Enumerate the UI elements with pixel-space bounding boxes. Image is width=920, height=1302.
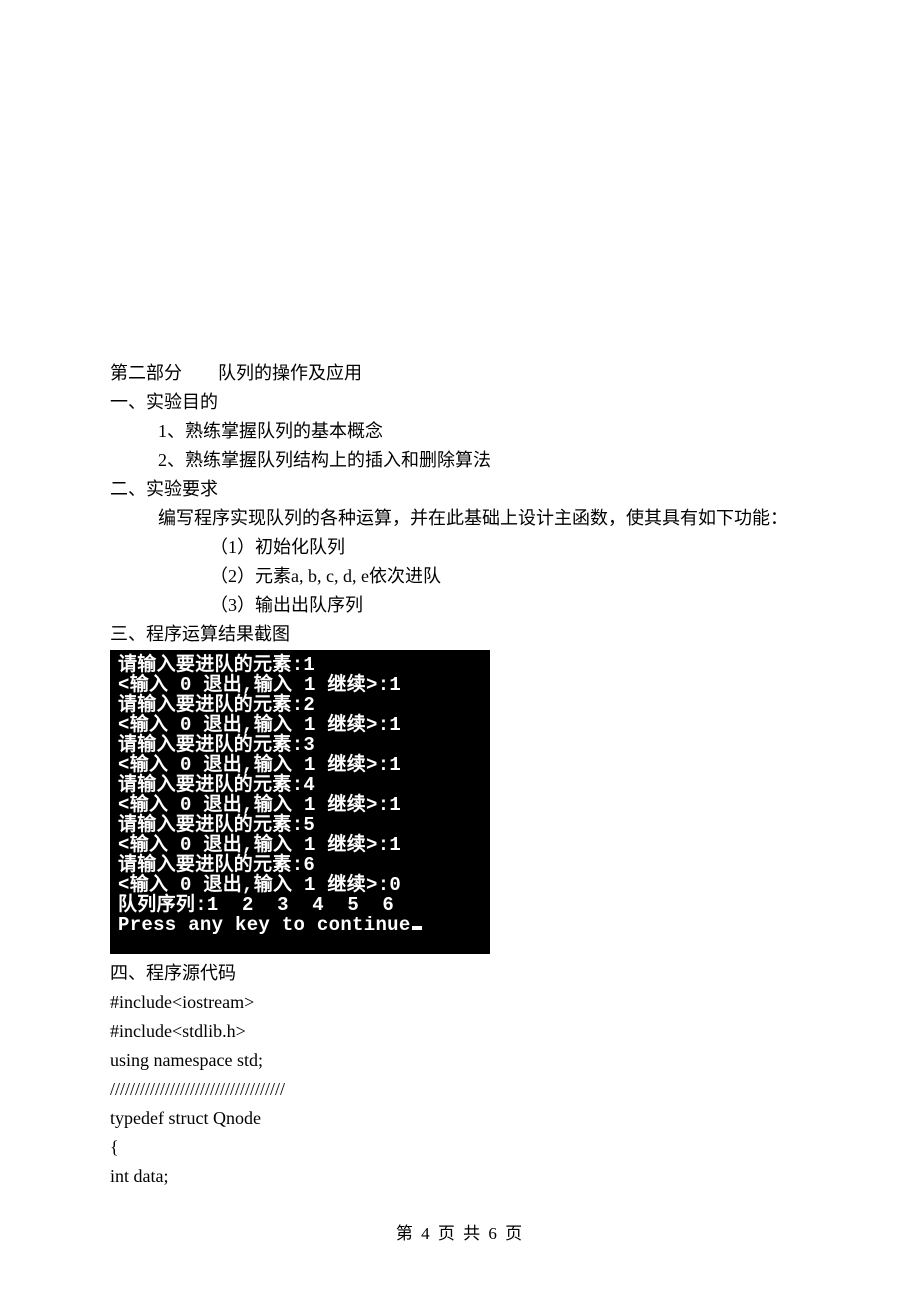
terminal-line: 请输入要进队的元素:6 (118, 856, 482, 875)
terminal-line: <输入 0 退出,输入 1 继续>:0 (118, 876, 482, 895)
section-4-title: 四、程序源代码 (110, 960, 810, 987)
terminal-line: 队列序列:1 2 3 4 5 6 (118, 896, 482, 915)
code-line: #include<stdlib.h> (110, 1018, 810, 1045)
terminal-line: <输入 0 退出,输入 1 继续>:1 (118, 836, 482, 855)
section-2-point-2: （2）元素a, b, c, d, e依次进队 (110, 563, 810, 590)
terminal-line: 请输入要进队的元素:4 (118, 776, 482, 795)
terminal-line: Press any key to continue (118, 916, 482, 935)
section-1-item-2: 2、熟练掌握队列结构上的插入和删除算法 (110, 447, 810, 474)
page-footer: 第 4 页 共 6 页 (0, 1221, 920, 1247)
code-line: #include<iostream> (110, 989, 810, 1016)
code-line: using namespace std; (110, 1047, 810, 1074)
document-page: 第二部分 队列的操作及应用 一、实验目的 1、熟练掌握队列的基本概念 2、熟练掌… (0, 0, 920, 1190)
terminal-press-any-key: Press any key to continue (118, 914, 411, 936)
section-3-title: 三、程序运算结果截图 (110, 621, 810, 648)
terminal-line: 请输入要进队的元素:3 (118, 736, 482, 755)
part-title: 第二部分 队列的操作及应用 (110, 360, 810, 387)
section-2-point-1: （1）初始化队列 (110, 534, 810, 561)
section-1-title: 一、实验目的 (110, 389, 810, 416)
code-line: typedef struct Qnode (110, 1105, 810, 1132)
code-line: /////////////////////////////////// (110, 1076, 810, 1103)
section-1-item-1: 1、熟练掌握队列的基本概念 (110, 418, 810, 445)
code-line: { (110, 1134, 810, 1161)
terminal-line: <输入 0 退出,输入 1 继续>:1 (118, 796, 482, 815)
terminal-line: 请输入要进队的元素:1 (118, 656, 482, 675)
terminal-line: <输入 0 退出,输入 1 继续>:1 (118, 716, 482, 735)
terminal-screenshot: 请输入要进队的元素:1 <输入 0 退出,输入 1 继续>:1 请输入要进队的元… (110, 650, 490, 954)
terminal-line: <输入 0 退出,输入 1 继续>:1 (118, 676, 482, 695)
code-line: int data; (110, 1163, 810, 1190)
terminal-line: 请输入要进队的元素:2 (118, 696, 482, 715)
section-2-point-3: （3）输出出队序列 (110, 592, 810, 619)
section-2-title: 二、实验要求 (110, 476, 810, 503)
terminal-line: 请输入要进队的元素:5 (118, 816, 482, 835)
section-2-intro: 编写程序实现队列的各种运算，并在此基础上设计主函数，使其具有如下功能： (110, 505, 810, 532)
terminal-line: <输入 0 退出,输入 1 继续>:1 (118, 756, 482, 775)
terminal-cursor-icon (412, 926, 422, 930)
